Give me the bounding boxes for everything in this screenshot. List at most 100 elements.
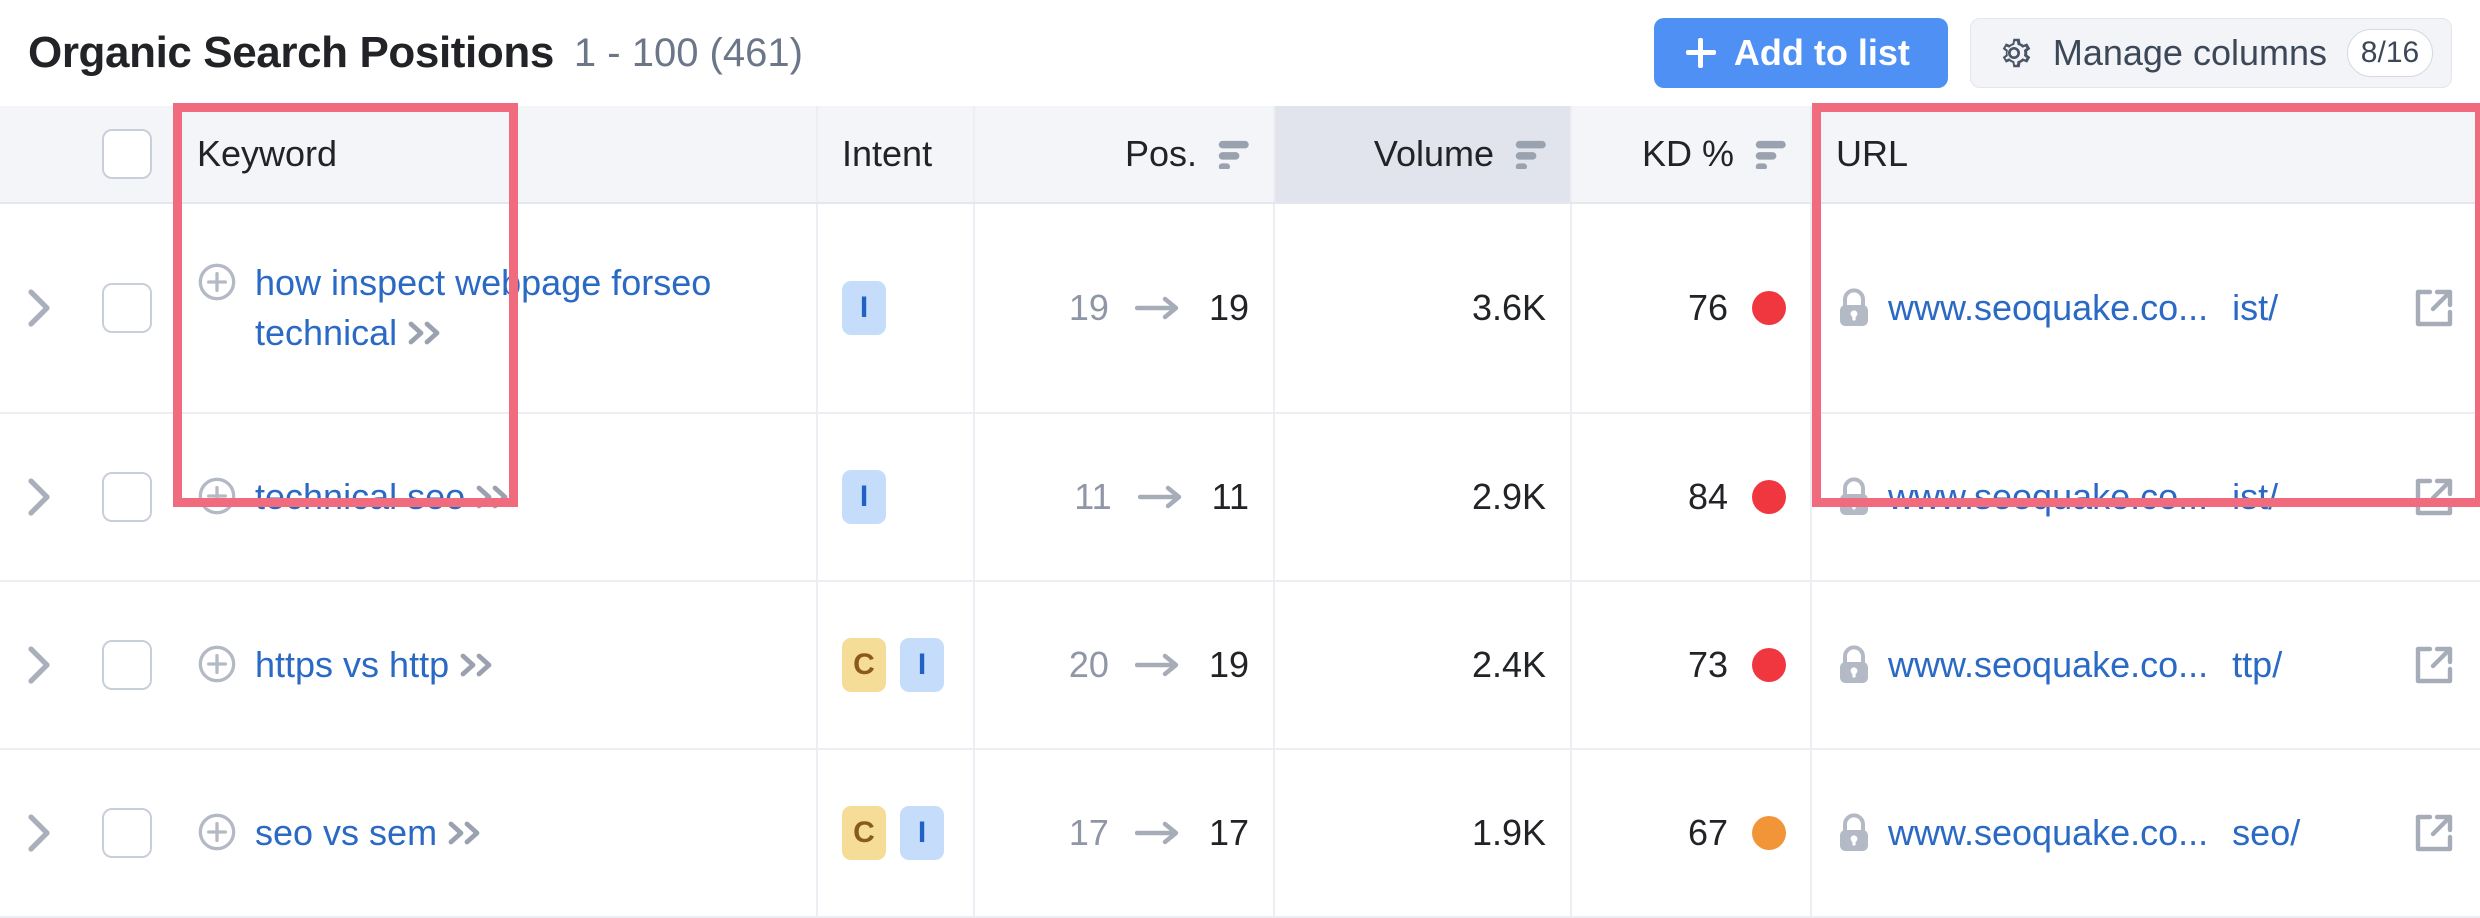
intent-badge-i[interactable]: I xyxy=(900,806,944,860)
intent-badge-c[interactable]: C xyxy=(842,806,886,860)
table-row[interactable]: technical seo I 11 11 2.9K 84 www.seoquake.co.… xyxy=(0,414,2480,582)
header-pos[interactable]: Pos. xyxy=(975,106,1275,202)
header-kd[interactable]: KD % xyxy=(1572,106,1812,202)
keyword-cell[interactable]: technical seo xyxy=(173,414,818,580)
intent-badges: I xyxy=(842,281,886,335)
position-previous: 17 xyxy=(1068,812,1109,853)
url-cell[interactable]: www.seoquake.co... ist/ xyxy=(1812,204,2480,412)
intent-badge-i[interactable]: I xyxy=(842,470,886,524)
url-cell[interactable]: www.seoquake.co... ttp/ xyxy=(1812,582,2480,748)
sort-icon[interactable] xyxy=(1508,139,1546,169)
add-keyword-icon[interactable] xyxy=(197,644,237,684)
url-path[interactable]: ttp/ xyxy=(2232,644,2282,686)
row-checkbox[interactable] xyxy=(101,808,152,858)
url-domain[interactable]: www.seoquake.co... xyxy=(1888,812,2208,854)
keyword-link[interactable]: seo vs sem xyxy=(255,808,487,858)
add-keyword-icon[interactable] xyxy=(197,262,237,302)
sort-icon[interactable] xyxy=(1211,139,1249,169)
row-checkbox[interactable] xyxy=(101,472,152,522)
expand-chevron-icon[interactable] xyxy=(27,813,53,853)
lock-icon xyxy=(1840,813,1868,851)
header-url-label: URL xyxy=(1836,133,1909,174)
open-external-icon[interactable] xyxy=(2412,286,2456,330)
row-checkbox[interactable] xyxy=(101,283,152,333)
table-row[interactable]: how inspect webpage forseo technical I 19 1… xyxy=(0,204,2480,414)
url-path[interactable]: ist/ xyxy=(2232,287,2278,329)
row-select-cell[interactable] xyxy=(80,582,173,748)
position-cell: 17 17 xyxy=(975,750,1275,916)
keyword-details-chevron-icon[interactable] xyxy=(407,320,447,346)
header-volume-label: Volume xyxy=(1373,133,1494,174)
header-intent-label: Intent xyxy=(842,133,933,174)
keyword-link[interactable]: https vs http xyxy=(255,640,499,690)
kd-status-dot xyxy=(1752,648,1786,682)
table-header-row: Keyword Intent Pos. Volume KD % URL xyxy=(0,106,2480,204)
keyword-link[interactable]: technical seo xyxy=(255,472,515,522)
add-keyword-icon[interactable] xyxy=(197,812,237,852)
row-checkbox[interactable] xyxy=(101,640,152,690)
manage-columns-button[interactable]: Manage columns 8/16 xyxy=(1969,18,2452,88)
kd-cell: 84 xyxy=(1572,414,1812,580)
header-volume[interactable]: Volume xyxy=(1275,106,1572,202)
keyword-cell[interactable]: https vs http xyxy=(173,582,818,748)
select-all-cell[interactable] xyxy=(80,106,173,202)
table-row[interactable]: seo vs sem C I 17 17 1.9K 67 www.seoquake.co...… xyxy=(0,750,2480,918)
keyword-cell[interactable]: seo vs sem xyxy=(173,750,818,916)
kd-value: 84 xyxy=(1687,476,1728,517)
url-domain[interactable]: www.seoquake.co... xyxy=(1888,287,2208,329)
url-path[interactable]: seo/ xyxy=(2232,812,2300,854)
expand-chevron-icon[interactable] xyxy=(27,477,53,517)
add-to-list-label: Add to list xyxy=(1733,32,1910,73)
add-keyword-icon[interactable] xyxy=(197,476,237,516)
sort-icon[interactable] xyxy=(1748,139,1786,169)
keyword-link[interactable]: how inspect webpage forseo technical xyxy=(255,258,792,358)
header-url[interactable]: URL xyxy=(1812,106,2480,202)
expand-chevron-icon[interactable] xyxy=(27,288,53,328)
row-expand-cell[interactable] xyxy=(0,414,80,580)
keyword-details-chevron-icon[interactable] xyxy=(475,484,515,510)
position-arrow-icon xyxy=(1137,485,1181,509)
volume-value: 2.9K xyxy=(1471,476,1546,517)
volume-cell: 1.9K xyxy=(1275,750,1572,916)
select-all-checkbox[interactable] xyxy=(101,129,152,179)
intent-cell: CI xyxy=(818,582,975,748)
url-path[interactable]: ist/ xyxy=(2232,476,2278,518)
volume-cell: 2.9K xyxy=(1275,414,1572,580)
position-arrow-icon xyxy=(1134,821,1179,845)
row-expand-cell[interactable] xyxy=(0,582,80,748)
keyword-details-chevron-icon[interactable] xyxy=(459,652,499,678)
row-select-cell[interactable] xyxy=(80,204,173,412)
table-row[interactable]: https vs http C I 20 19 2.4K 73 www.seoquake.co… xyxy=(0,582,2480,750)
keyword-details-chevron-icon[interactable] xyxy=(447,820,487,846)
lock-icon xyxy=(1840,477,1868,515)
intent-badge-c[interactable]: C xyxy=(842,638,886,692)
intent-cell: I xyxy=(818,414,975,580)
add-to-list-button[interactable]: Add to list xyxy=(1653,18,1948,88)
volume-value: 2.4K xyxy=(1471,644,1546,685)
header-keyword[interactable]: Keyword xyxy=(173,106,818,202)
intent-badge-i[interactable]: I xyxy=(842,281,886,335)
position-current: 17 xyxy=(1208,812,1249,853)
open-external-icon[interactable] xyxy=(2412,643,2456,687)
url-domain[interactable]: www.seoquake.co... xyxy=(1888,476,2208,518)
url-domain[interactable]: www.seoquake.co... xyxy=(1888,644,2208,686)
intent-badges: I xyxy=(842,470,886,524)
intent-cell: CI xyxy=(818,750,975,916)
expand-chevron-icon[interactable] xyxy=(27,645,53,685)
open-external-icon[interactable] xyxy=(2412,811,2456,855)
gear-icon xyxy=(2002,38,2031,68)
row-select-cell[interactable] xyxy=(80,750,173,916)
row-expand-cell[interactable] xyxy=(0,204,80,412)
row-select-cell[interactable] xyxy=(80,414,173,580)
position-cell: 19 19 xyxy=(975,204,1275,412)
open-external-icon[interactable] xyxy=(2412,475,2456,519)
keyword-cell[interactable]: how inspect webpage forseo technical xyxy=(173,204,818,412)
url-cell[interactable]: www.seoquake.co... seo/ xyxy=(1812,750,2480,916)
row-expand-cell[interactable] xyxy=(0,750,80,916)
url-cell[interactable]: www.seoquake.co... ist/ xyxy=(1812,414,2480,580)
intent-badge-i[interactable]: I xyxy=(900,638,944,692)
header-intent[interactable]: Intent xyxy=(818,106,975,202)
page-title: Organic Search Positions xyxy=(28,28,554,77)
kd-status-dot xyxy=(1752,480,1786,514)
lock-icon xyxy=(1840,645,1868,683)
